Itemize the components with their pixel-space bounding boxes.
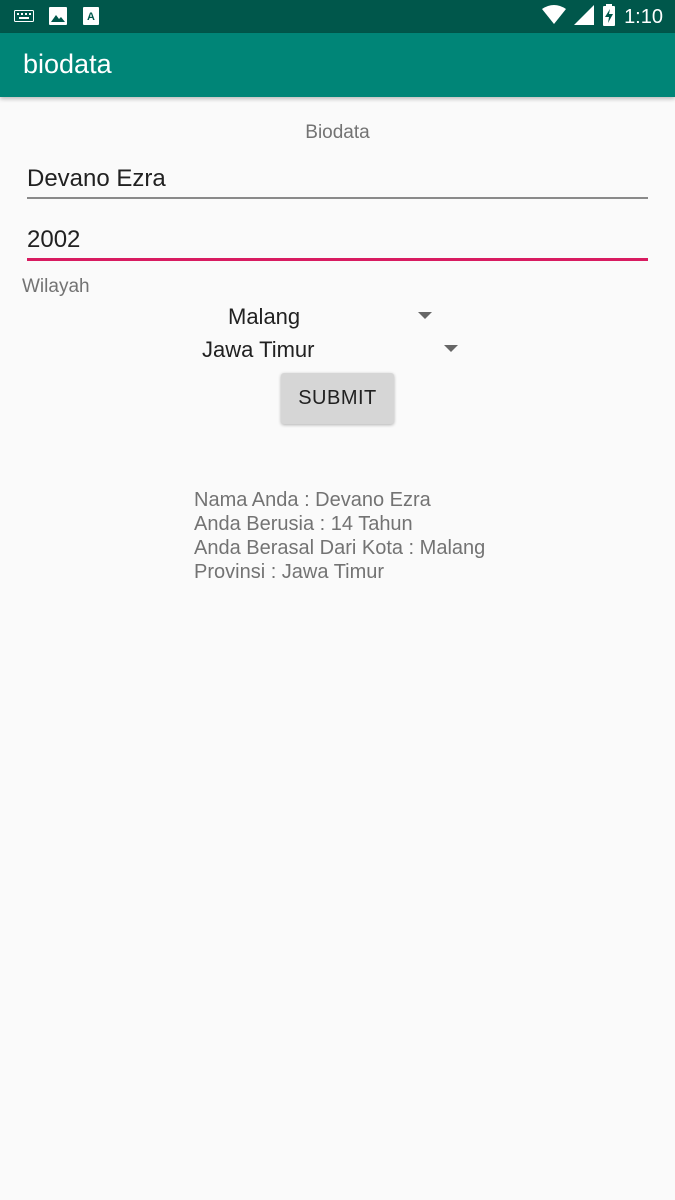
wifi-icon — [542, 5, 567, 30]
region-label: Wilayah — [22, 276, 90, 297]
status-bar-left: A — [14, 6, 100, 31]
result-line-name: Nama Anda : Devano Ezra — [194, 489, 431, 511]
app-bar: biodata — [0, 33, 675, 97]
battery-charging-icon — [602, 4, 616, 31]
status-bar: A 1:10 — [0, 0, 675, 33]
image-icon — [48, 6, 68, 31]
dropdown-arrow-icon — [418, 312, 432, 319]
result-line-city: Anda Berasal Dari Kota : Malang — [194, 537, 486, 559]
font-icon: A — [82, 6, 100, 31]
result-text: Nama Anda : Devano Ezra Anda Berusia : 1… — [194, 488, 485, 584]
name-input-underline — [27, 197, 648, 199]
page-heading: Biodata — [305, 122, 370, 143]
submit-button[interactable]: SUBMIT — [281, 373, 394, 424]
signal-icon — [574, 5, 595, 30]
result-line-province: Provinsi : Jawa Timur — [194, 561, 385, 583]
app-screen: A 1:10 biodata Biodata Devano Ezra 2002 … — [0, 0, 675, 1200]
birth-year-input[interactable] — [27, 221, 648, 259]
province-spinner-value: Jawa Timur — [202, 337, 315, 362]
dropdown-arrow-icon — [444, 345, 458, 352]
svg-text:A: A — [87, 11, 95, 23]
status-bar-right: 1:10 — [542, 4, 663, 31]
keyboard-icon — [14, 9, 34, 28]
result-line-age: Anda Berusia : 14 Tahun — [194, 513, 413, 535]
name-input[interactable] — [27, 160, 648, 198]
app-title: biodata — [23, 49, 112, 79]
status-time: 1:10 — [624, 6, 663, 28]
province-spinner[interactable]: Jawa Timur — [202, 334, 464, 366]
birth-year-input-underline — [27, 258, 648, 261]
city-spinner[interactable]: Malang — [228, 301, 438, 333]
city-spinner-value: Malang — [228, 304, 301, 329]
